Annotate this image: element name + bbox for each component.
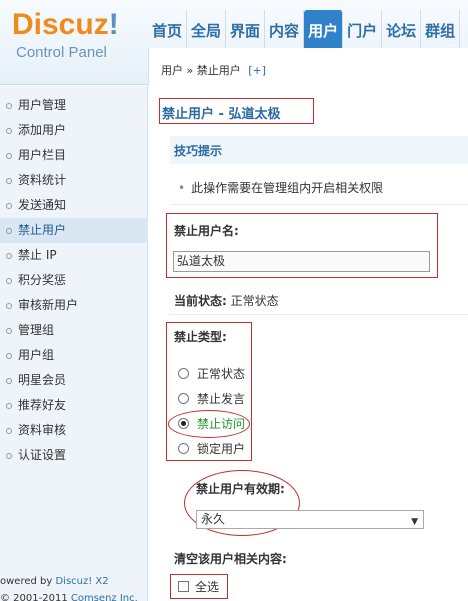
current-status: 当前状态: 正常状态 xyxy=(174,292,279,309)
ban-type-option-locked[interactable]: 锁定用户 xyxy=(178,439,245,459)
expiry-select[interactable]: 永久 ▼ xyxy=(196,510,424,529)
top-nav: 首页 全局 界面 内容 用户 门户 论坛 群组 xyxy=(148,10,461,48)
page-title: 禁止用户 - 弘道太极 xyxy=(162,107,281,122)
chevron-down-icon[interactable]: ▼ xyxy=(411,514,418,531)
sidebar-item-user-columns[interactable]: 用户栏目 xyxy=(0,143,148,168)
logo-mark: ! xyxy=(108,8,119,41)
header: Discuz! Control Panel 首页 全局 界面 内容 用户 门户 … xyxy=(0,0,468,86)
logo[interactable]: Discuz! xyxy=(12,8,119,42)
nav-tab-users[interactable]: 用户 xyxy=(304,10,344,48)
sidebar-item-add-user[interactable]: 添加用户 xyxy=(0,118,148,143)
tips-title: 技巧提示 xyxy=(174,144,223,158)
radio-button[interactable] xyxy=(178,443,189,454)
expiry-select-value: 永久 xyxy=(201,512,226,526)
copyright: © 2001-2011 Comsenz Inc. xyxy=(0,593,138,601)
logo-subtitle: Control Panel xyxy=(16,44,107,61)
status-label: 当前状态: xyxy=(174,294,227,308)
sidebar-item-ban-ip[interactable]: 禁止 IP xyxy=(0,243,148,268)
breadcrumb-add-button[interactable]: [+] xyxy=(248,64,266,77)
breadcrumb-text: 用户 » 禁止用户 xyxy=(161,64,241,77)
sidebar-item-profile-stats[interactable]: 资料统计 xyxy=(0,168,148,193)
sidebar-item-admin-groups[interactable]: 管理组 xyxy=(0,318,148,343)
nav-tab-global[interactable]: 全局 xyxy=(187,10,227,48)
nav-tab-group[interactable]: 群组 xyxy=(421,10,461,48)
sidebar-item-credit-rewards[interactable]: 积分奖惩 xyxy=(0,268,148,293)
nav-tab-content[interactable]: 内容 xyxy=(265,10,305,48)
sidebar-item-verification-settings[interactable]: 认证设置 xyxy=(0,443,148,468)
sidebar-item-recommend-friends[interactable]: 推荐好友 xyxy=(0,393,148,418)
sidebar: 用户管理 添加用户 用户栏目 资料统计 发送通知 禁止用户 禁止 IP 积分奖惩… xyxy=(0,86,148,601)
select-all-label: 全选 xyxy=(195,580,220,594)
select-all-checkbox-row[interactable]: 全选 xyxy=(178,578,219,596)
radio-button[interactable] xyxy=(178,368,189,379)
copyright-prefix: © 2001-2011 xyxy=(0,593,71,601)
powered-by: owered by Discuz! X2 xyxy=(0,576,109,587)
divider xyxy=(170,204,468,205)
main-content: 禁止用户 - 弘道太极 技巧提示 此操作需要在管理组内开启相关权限 禁止用户名:… xyxy=(148,86,468,601)
sidebar-item-review-new-users[interactable]: 审核新用户 xyxy=(0,293,148,318)
nav-tab-home[interactable]: 首页 xyxy=(148,10,188,48)
username-label: 禁止用户名: xyxy=(174,224,239,238)
powered-link[interactable]: Discuz! X2 xyxy=(55,576,108,587)
sidebar-item-user-groups[interactable]: 用户组 xyxy=(0,343,148,368)
breadcrumb: 用户 » 禁止用户 [+] xyxy=(161,62,266,78)
expiry-label: 禁止用户有效期: xyxy=(196,482,285,496)
status-value: 正常状态 xyxy=(226,294,279,308)
breadcrumb-bar: 用户 » 禁止用户 [+] xyxy=(148,48,468,86)
radio-button[interactable] xyxy=(178,393,189,404)
copyright-link[interactable]: Comsenz Inc. xyxy=(71,593,138,601)
ban-type-option-normal[interactable]: 正常状态 xyxy=(178,364,245,384)
sidebar-item-star-members[interactable]: 明星会员 xyxy=(0,368,148,393)
sidebar-item-send-notice[interactable]: 发送通知 xyxy=(0,193,148,218)
divider xyxy=(170,314,468,315)
sidebar-item-profile-review[interactable]: 资料审核 xyxy=(0,418,148,443)
nav-tab-portal[interactable]: 门户 xyxy=(343,10,383,48)
clear-content-label: 清空该用户相关内容: xyxy=(174,552,287,566)
sidebar-item-user-management[interactable]: 用户管理 xyxy=(0,93,148,118)
sidebar-item-ban-user[interactable]: 禁止用户 xyxy=(0,218,148,243)
powered-prefix: owered by xyxy=(0,576,56,587)
selected-option-highlight-oval xyxy=(168,410,250,438)
nav-tab-forum[interactable]: 论坛 xyxy=(382,10,422,48)
ban-type-label: 禁止类型: xyxy=(174,330,227,344)
username-field[interactable]: 弘道太极 xyxy=(173,251,430,272)
logo-text: Discuz xyxy=(12,8,109,41)
select-all-checkbox[interactable] xyxy=(178,581,189,592)
nav-tab-interface[interactable]: 界面 xyxy=(226,10,266,48)
ban-type-option-no-post[interactable]: 禁止发言 xyxy=(178,389,245,409)
tip-text: 此操作需要在管理组内开启相关权限 xyxy=(178,179,383,196)
